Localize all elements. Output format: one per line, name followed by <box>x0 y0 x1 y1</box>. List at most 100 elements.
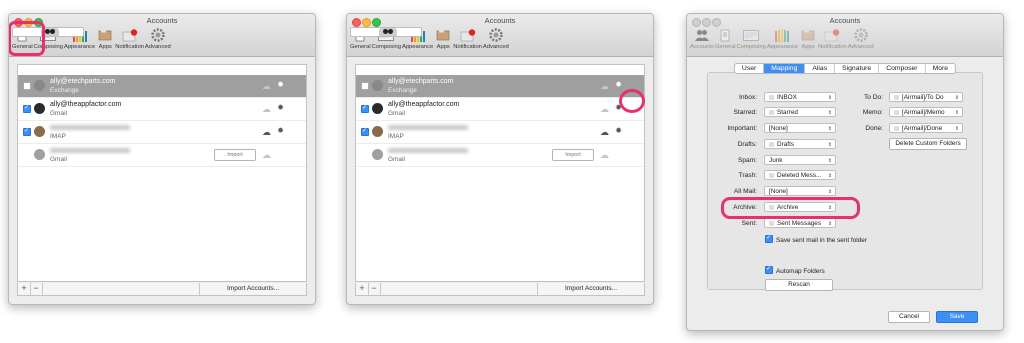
gear-icon[interactable]: ✹ <box>615 80 622 89</box>
save-sent-checkbox[interactable]: Save sent mail in the sent folder <box>765 234 867 244</box>
notification-icon <box>121 27 139 43</box>
gear-icon[interactable]: ✹ <box>615 126 622 135</box>
cloud-icon: ☁ <box>600 127 609 137</box>
inbox-value: INBOX <box>777 94 797 101</box>
import-button[interactable]: Import <box>552 149 594 161</box>
toolbar-advanced[interactable]: Advanced <box>145 27 171 50</box>
account-checkbox[interactable] <box>23 82 31 90</box>
done-select[interactable]: [Airmail]/Done ⇕ <box>889 123 963 133</box>
toolbar-appearance[interactable]: Appearance <box>767 27 798 50</box>
spam-select[interactable]: Junk ⇕ <box>764 155 836 165</box>
account-row[interactable]: Gmail Import ☁ <box>356 144 644 167</box>
chevron-updown-icon: ⇕ <box>827 189 832 195</box>
tab-composer[interactable]: Composer <box>879 64 926 73</box>
account-checkbox[interactable] <box>361 104 369 113</box>
account-row[interactable]: IMAP ☁ ✹ <box>356 121 644 144</box>
toolbar-label: Notification <box>115 44 144 50</box>
account-type: IMAP <box>388 133 404 140</box>
folder-checkbox <box>894 95 899 100</box>
import-accounts-button[interactable]: Import Accounts... <box>537 283 644 295</box>
important-value: [None] <box>769 125 788 132</box>
account-row[interactable]: IMAP ☁ ✹ <box>18 121 306 144</box>
general-icon <box>716 27 734 43</box>
save-button[interactable]: Save <box>936 311 978 323</box>
account-checkbox[interactable] <box>361 127 369 136</box>
toolbar-accounts[interactable]: Accounts <box>350 27 422 37</box>
remove-account-button[interactable]: − <box>30 283 43 295</box>
rescan-button[interactable]: Rescan <box>765 279 833 291</box>
accounts-window-1: Accounts Accounts General Composing Appe… <box>8 13 316 305</box>
cloud-icon: ☁ <box>262 127 271 137</box>
toolbar-label: Appearance <box>63 44 96 50</box>
avatar <box>372 103 383 114</box>
account-row[interactable]: ally@etechparts.com Exchange ☁ ✹ <box>18 75 306 98</box>
account-type: Exchange <box>50 87 79 94</box>
sent-value: Sent Messages <box>777 220 822 227</box>
window-title: Accounts <box>829 16 861 25</box>
gear-icon[interactable]: ✹ <box>277 103 284 112</box>
toolbar-label: Advanced <box>482 44 509 50</box>
settings-tabs: User Mapping Alias Signature Composer Mo… <box>733 63 957 74</box>
toolbar-label: Apps <box>436 44 450 50</box>
gear-icon[interactable]: ✹ <box>277 126 284 135</box>
gear-icon[interactable]: ✹ <box>277 80 284 89</box>
toolbar-apps[interactable]: Apps <box>96 27 114 50</box>
toolbar-advanced[interactable]: Advanced <box>848 27 874 50</box>
drafts-select[interactable]: Drafts ⇕ <box>764 139 836 149</box>
account-checkbox[interactable] <box>23 127 31 136</box>
all-mail-select[interactable]: [None] ⇕ <box>764 186 836 196</box>
folder-checkbox <box>769 173 774 178</box>
toolbar-notification[interactable]: Notification <box>115 27 144 50</box>
apps-icon <box>799 27 817 43</box>
toolbar-accounts[interactable]: Accounts <box>690 27 714 50</box>
trash-select[interactable]: Deleted Mess... ⇕ <box>764 170 836 180</box>
todo-select[interactable]: [Airmail]/To Do ⇕ <box>889 92 963 102</box>
advanced-icon <box>149 27 167 43</box>
toolbar-label: Apps <box>98 44 112 50</box>
checkbox-checked[interactable] <box>765 234 773 243</box>
folder-checkbox <box>769 142 774 147</box>
account-checkbox[interactable] <box>361 82 369 90</box>
starred-value: Starred <box>777 109 798 116</box>
tab-more[interactable]: More <box>926 64 955 73</box>
apps-icon <box>96 27 114 43</box>
avatar <box>34 149 45 160</box>
tab-alias[interactable]: Alias <box>805 64 836 73</box>
account-checkbox[interactable] <box>23 104 31 113</box>
checkbox-checked[interactable] <box>765 265 773 274</box>
account-type: Gmail <box>388 110 405 117</box>
toolbar-general[interactable]: General <box>715 27 735 50</box>
chevron-updown-icon: ⇕ <box>954 95 959 101</box>
memo-label: Memo: <box>862 109 883 116</box>
toolbar-apps[interactable]: Apps <box>799 27 817 50</box>
import-button[interactable]: Import <box>214 149 256 161</box>
automap-checkbox[interactable]: Automap Folders <box>765 265 825 275</box>
list-bottom-bar: + − Import Accounts... <box>355 283 645 296</box>
toolbar-apps[interactable]: Apps <box>434 27 452 50</box>
delete-custom-folders-button[interactable]: Delete Custom Folders <box>889 138 967 150</box>
highlight-gear-button <box>619 89 645 113</box>
account-row[interactable]: ally@etechparts.com Exchange ☁ ✹ <box>356 75 644 98</box>
toolbar-notification[interactable]: Notification <box>818 27 847 50</box>
cancel-button[interactable]: Cancel <box>888 311 930 323</box>
toolbar-advanced[interactable]: Advanced <box>483 27 509 50</box>
cloud-icon: ☁ <box>262 150 271 160</box>
account-row[interactable]: ally@theappfactor.com Gmail ☁ ✹ <box>356 98 644 121</box>
memo-select[interactable]: [Airmail]/Memo ⇕ <box>889 107 963 117</box>
tab-user[interactable]: User <box>735 64 765 73</box>
save-sent-label: Save sent mail in the sent folder <box>776 237 867 244</box>
todo-label: To Do: <box>863 94 883 101</box>
avatar <box>34 126 45 137</box>
tab-mapping[interactable]: Mapping <box>764 64 806 73</box>
import-accounts-button[interactable]: Import Accounts... <box>199 283 306 295</box>
toolbar-composing[interactable]: Composing <box>736 27 766 50</box>
account-settings-window: Accounts Accounts General Composing Appe… <box>686 13 1004 331</box>
toolbar-label: Advanced <box>847 44 874 50</box>
toolbar-notification[interactable]: Notification <box>453 27 482 50</box>
account-row[interactable]: Gmail Import ☁ <box>18 144 306 167</box>
tab-signature[interactable]: Signature <box>835 64 880 73</box>
sent-select[interactable]: Sent Messages ⇕ <box>764 218 836 228</box>
account-row[interactable]: ally@theappfactor.com Gmail ☁ ✹ <box>18 98 306 121</box>
remove-account-button[interactable]: − <box>368 283 381 295</box>
apps-icon <box>434 27 452 43</box>
